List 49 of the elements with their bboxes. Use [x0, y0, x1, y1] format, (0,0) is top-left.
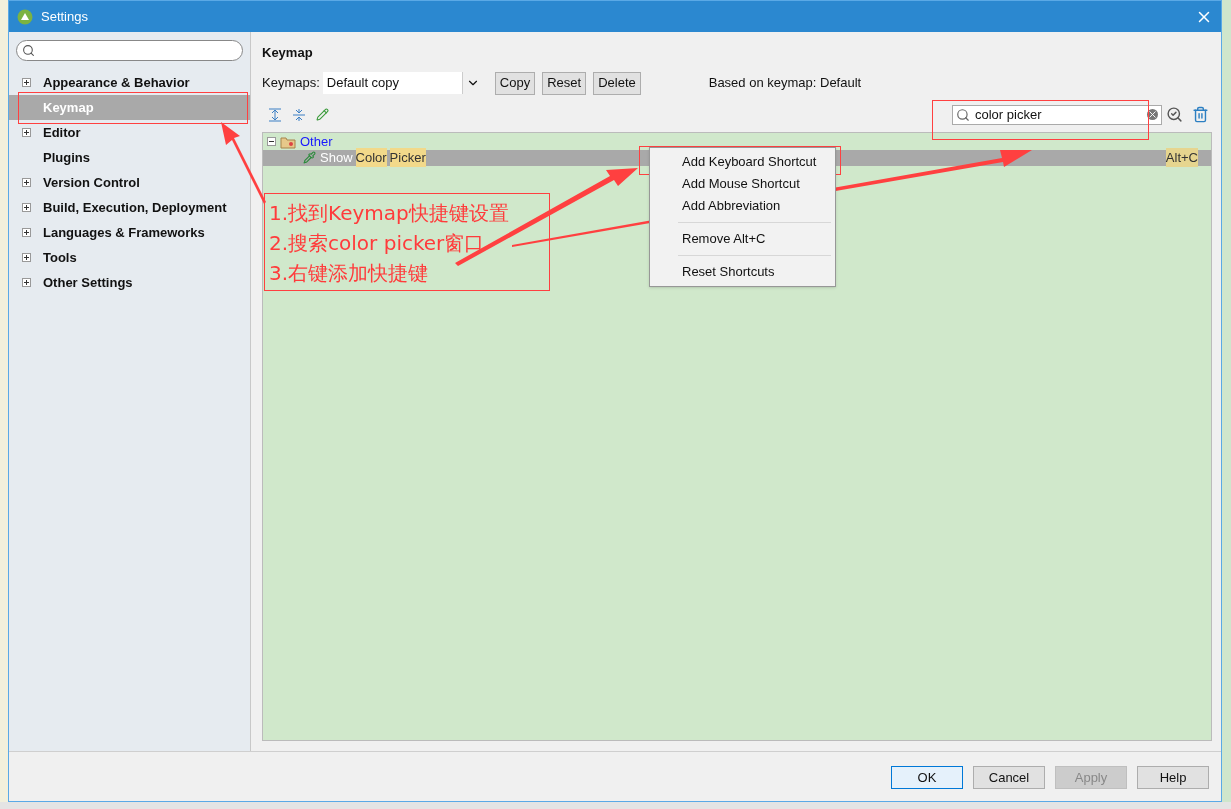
sidebar-item[interactable]: Languages & Frameworks — [9, 220, 250, 245]
panel-title: Keymap — [262, 44, 313, 62]
dialog-button[interactable]: OK — [891, 766, 963, 789]
sidebar-item[interactable]: Editor — [9, 120, 250, 145]
folder-icon — [280, 134, 296, 149]
expand-icon[interactable] — [22, 178, 31, 187]
expand-icon[interactable] — [22, 278, 31, 287]
keymap-label: Keymaps: — [262, 74, 320, 93]
expand-icon[interactable] — [22, 78, 31, 87]
keymap-button[interactable]: Copy — [494, 71, 536, 95]
dialog-button[interactable]: Help — [1137, 766, 1209, 789]
menu-item[interactable]: Remove Alt+C — [650, 227, 835, 250]
sidebar-item[interactable]: Tools — [9, 245, 250, 270]
search-field[interactable] — [16, 40, 243, 61]
expand-icon[interactable] — [22, 203, 31, 212]
keymap-dropdown[interactable]: Default copy — [322, 72, 463, 94]
window-title: Settings — [41, 7, 88, 26]
sidebar-item[interactable]: Plugins — [9, 145, 250, 170]
dialog-button[interactable]: Cancel — [973, 766, 1045, 789]
based-on-label: Based on keymap: Default — [708, 74, 862, 93]
sidebar-item[interactable]: Build, Execution, Deployment — [9, 195, 250, 220]
expand-icon[interactable] — [22, 128, 31, 137]
search-icon — [22, 44, 35, 57]
eyedropper-icon — [303, 151, 316, 164]
expand-icon[interactable] — [22, 228, 31, 237]
sidebar-item[interactable]: Other Settings — [9, 270, 250, 295]
action-label: Show Color Picker — [320, 147, 426, 168]
keymap-button[interactable]: Delete — [593, 71, 641, 95]
collapse-icon[interactable] — [267, 137, 276, 146]
keymap-button[interactable]: Reset — [542, 71, 587, 95]
annotation-text: 3.右键添加快捷键 — [269, 260, 430, 287]
tree-node[interactable]: Other — [263, 133, 1211, 150]
annotation-text: 1.找到Keymap快捷键设置 — [269, 200, 510, 227]
shortcut-label: Alt+C — [1165, 147, 1198, 168]
find-shortcut-icon[interactable] — [1166, 106, 1183, 123]
search-icon — [956, 107, 970, 122]
trash-icon[interactable] — [1192, 106, 1209, 123]
collapse-all-icon[interactable] — [292, 107, 306, 122]
shortcut-search-field[interactable]: color picker — [952, 104, 1162, 125]
sidebar-item[interactable]: Appearance & Behavior — [9, 70, 250, 95]
expand-all-icon[interactable] — [268, 107, 282, 122]
menu-item[interactable]: Add Abbreviation — [650, 194, 835, 217]
pencil-icon[interactable] — [316, 108, 329, 121]
sidebar-item[interactable]: Version Control — [9, 170, 250, 195]
clear-icon[interactable] — [1147, 109, 1158, 120]
menu-item[interactable]: Add Mouse Shortcut — [650, 172, 835, 195]
menu-item[interactable]: Reset Shortcuts — [650, 260, 835, 283]
menu-item[interactable]: Add Keyboard Shortcut — [650, 150, 835, 173]
expand-icon[interactable] — [22, 253, 31, 262]
